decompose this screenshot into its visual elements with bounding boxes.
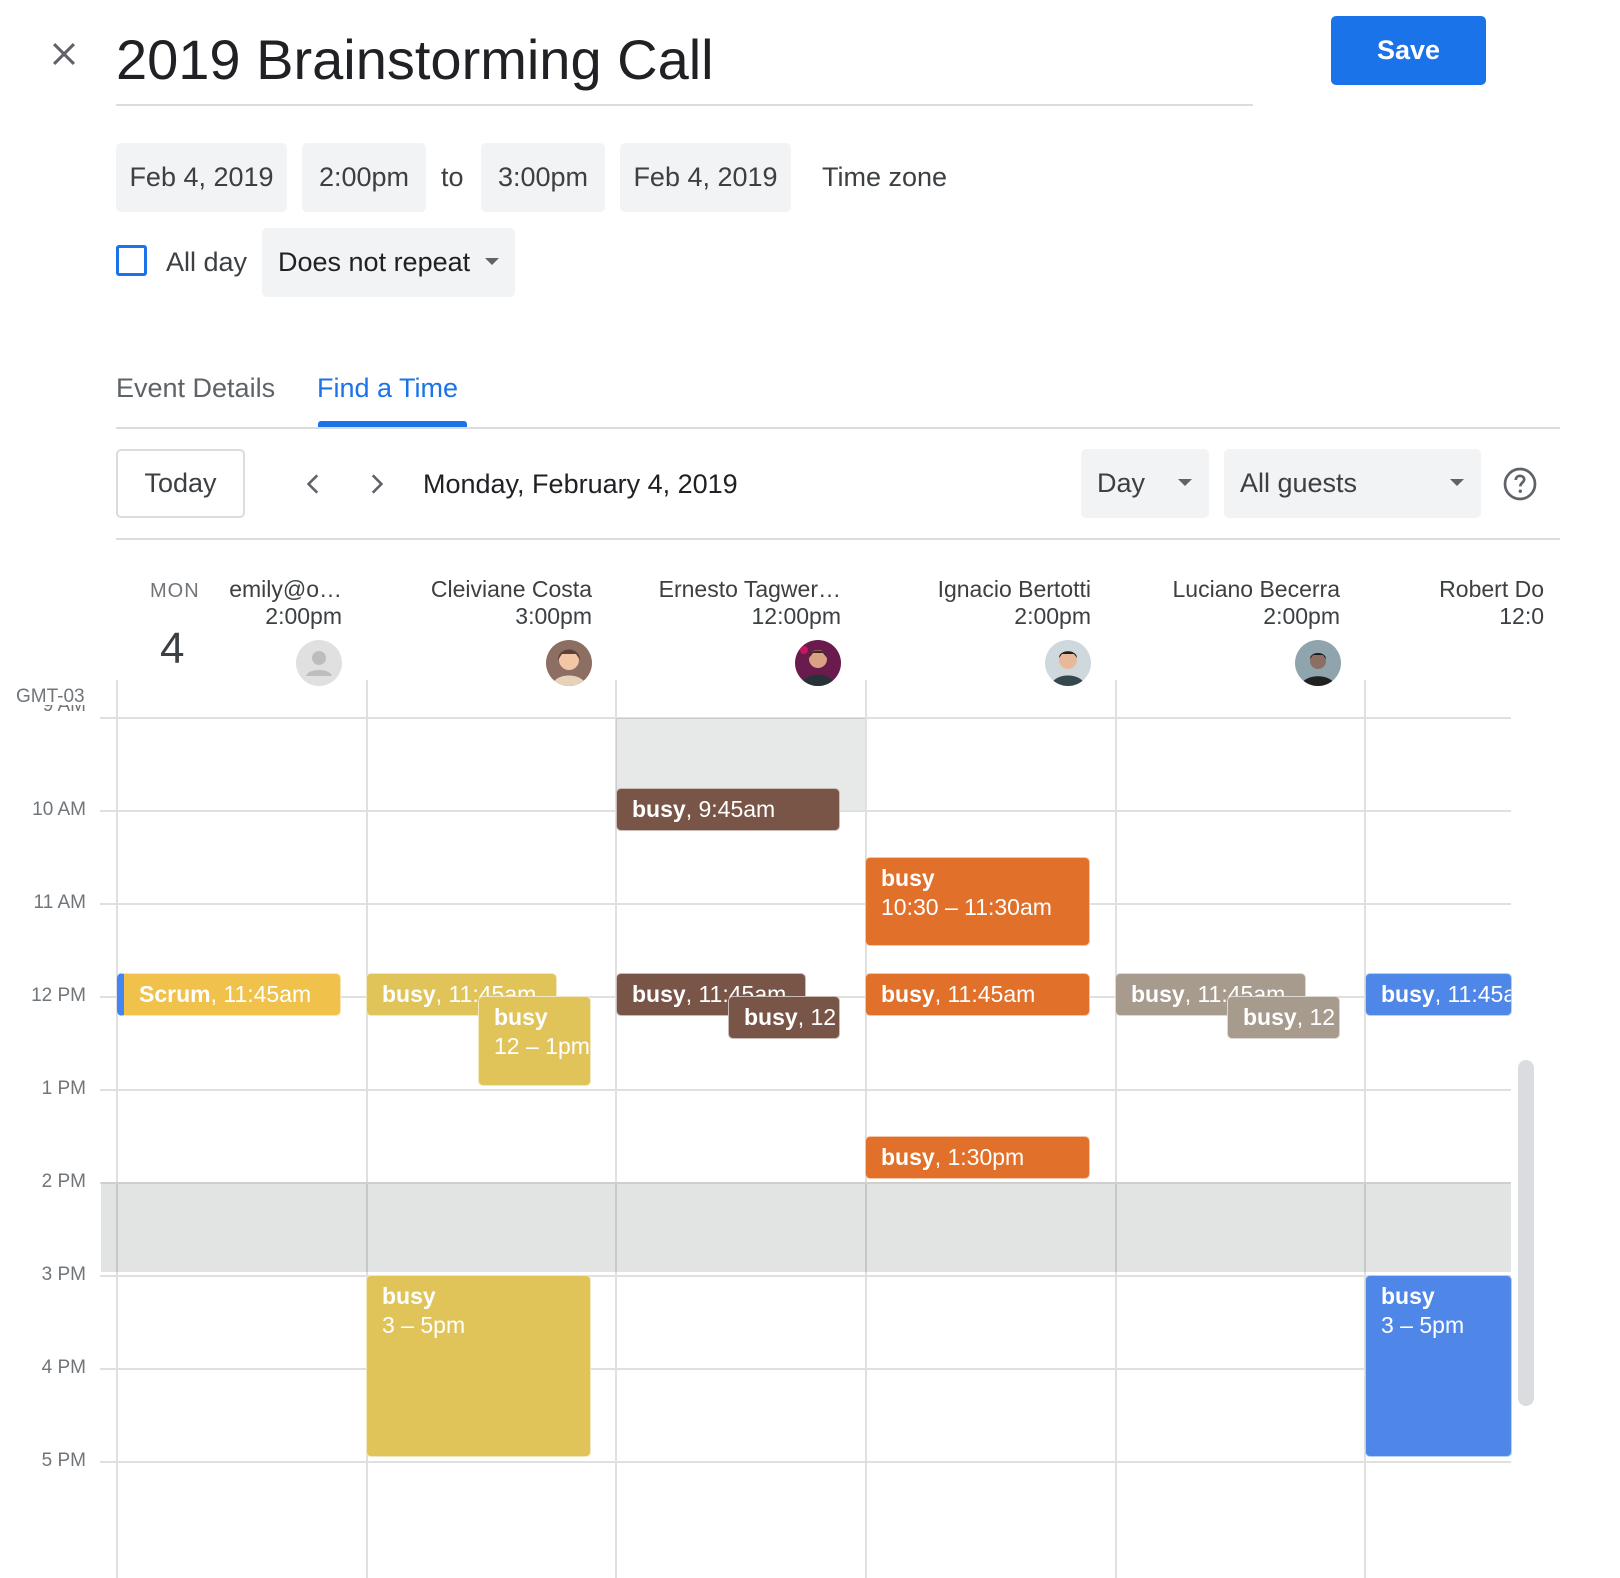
tab-event-details[interactable]: Event Details [116,368,275,408]
help-button[interactable] [1496,460,1544,508]
current-date-label: Monday, February 4, 2019 [423,469,738,499]
hour-label: 11 AM [33,892,86,913]
save-button[interactable]: Save [1331,16,1486,85]
attendee-name: Cleiviane Costa [430,576,592,602]
hour-label: 12 PM [31,985,86,1006]
calendar-event[interactable]: busy, 12 [728,996,840,1039]
proposed-time-slot[interactable] [101,1182,1511,1272]
repeat-dropdown[interactable]: Does not repeat [262,228,515,297]
attendee-header: Ignacio Bertotti 2:00pm [851,576,1091,630]
attendee-header: Robert Do 12:0 [1350,576,1544,630]
help-icon [1503,467,1537,501]
hour-label: 3 PM [41,1264,86,1285]
attendee-local-time: 2:00pm [1263,603,1340,629]
hour-gridline [100,1275,1511,1277]
to-label: to [441,162,464,192]
calendar-event[interactable]: busy, 9:45am [616,788,840,831]
hour-label: 2 PM [41,1171,86,1192]
previous-day-button[interactable] [290,460,338,508]
next-day-button[interactable] [352,460,400,508]
column-divider [1115,680,1117,1578]
attendee-name: Robert Do [1439,576,1544,602]
caret-down-icon [1450,479,1464,486]
attendee-header: Ernesto Tagwer… 12:00pm [601,576,841,630]
hour-gridline [100,1461,1511,1463]
start-time-button[interactable]: 2:00pm [302,143,426,212]
end-time-button[interactable]: 3:00pm [481,143,605,212]
hour-label: 1 PM [41,1078,86,1099]
hour-label: 10 AM [32,799,86,820]
attendee-name: Luciano Becerra [1172,576,1341,602]
vertical-scrollbar[interactable] [1518,1060,1534,1406]
calendar-event[interactable]: busy, 11:45am [865,973,1090,1016]
attendee-local-time: 2:00pm [1014,603,1091,629]
end-date-button[interactable]: Feb 4, 2019 [620,143,791,212]
caret-down-icon [1178,479,1192,486]
close-button[interactable] [40,30,88,78]
start-date-button[interactable]: Feb 4, 2019 [116,143,287,212]
calendar-event[interactable]: busy 3 – 5pm [366,1275,591,1457]
hour-label: 9 AM [42,705,86,716]
view-label: Day [1097,468,1146,498]
column-divider [116,680,118,1578]
caret-down-icon [485,258,499,265]
schedule-grid[interactable]: 9 AM 10 AM 11 AM 12 PM 1 PM 2 PM 3 PM 4 … [0,680,1620,1578]
calendar-event[interactable]: Scrum, 11:45am [117,973,341,1016]
attendee-local-time: 2:00pm [265,603,342,629]
attendee-local-time: 3:00pm [515,603,592,629]
attendee-name: emily@o… [229,576,342,602]
attendee-header: Luciano Becerra 2:00pm [1100,576,1341,630]
toolbar-divider [116,538,1560,540]
chevron-left-icon [306,474,319,494]
hour-gridline [100,903,1511,905]
attendee-local-time: 12:00pm [751,603,841,629]
calendar-event[interactable]: busy 3 – 5pm [1365,1275,1512,1457]
tab-find-a-time[interactable]: Find a Time [317,368,458,408]
calendar-event[interactable]: busy, 1:30pm [865,1136,1090,1179]
calendar-event[interactable]: busy 10:30 – 11:30am [865,857,1090,946]
attendee-local-time: 12:0 [1499,603,1544,629]
all-day-label: All day [166,247,248,277]
close-icon [52,42,76,66]
event-title-input[interactable]: 2019 Brainstorming Call [116,28,1253,106]
hour-gridline [100,1368,1511,1370]
time-zone-button[interactable]: Time zone [808,143,961,212]
calendar-event[interactable]: busy 12 – 1pm [478,996,591,1086]
guests-filter-dropdown[interactable]: All guests [1224,449,1481,518]
attendee-name: Ernesto Tagwer… [658,576,841,602]
today-button[interactable]: Today [116,449,245,518]
hour-label: 5 PM [41,1450,86,1471]
guests-filter-label: All guests [1240,468,1358,498]
attendee-header: emily@o… 2:00pm [102,576,342,630]
repeat-label: Does not repeat [278,247,471,277]
all-day-checkbox[interactable] [116,245,147,276]
calendar-event[interactable]: busy, 11:45a [1365,973,1512,1016]
tabs-divider [116,427,1560,429]
calendar-event[interactable]: busy, 12 [1227,996,1340,1039]
day-number: 4 [160,624,185,673]
chevron-right-icon [371,474,384,494]
hour-label: 4 PM [41,1357,86,1378]
view-dropdown[interactable]: Day [1081,449,1209,518]
attendee-header: Cleiviane Costa 3:00pm [352,576,592,630]
attendee-name: Ignacio Bertotti [937,576,1091,602]
hour-gridline [100,1089,1511,1091]
column-divider [865,680,867,1578]
